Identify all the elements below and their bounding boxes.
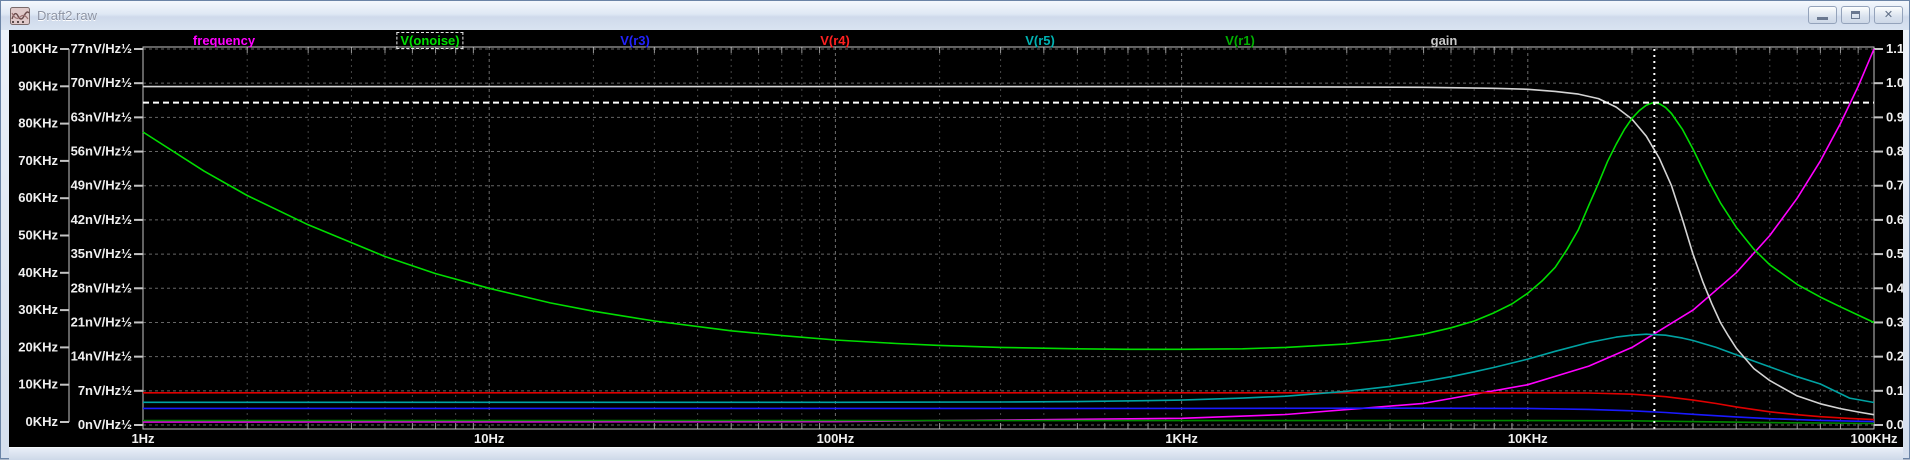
freq-axis-label: 1Hz <box>131 431 155 446</box>
minimize-button[interactable] <box>1808 6 1837 24</box>
legend-trace-vr5[interactable]: V(r5) <box>1021 32 1059 49</box>
window-title: Draft2.raw <box>37 8 97 23</box>
nv-axis-label: 28nV/Hz½ <box>71 280 133 295</box>
khz-axis-label: 30KHz <box>18 302 58 317</box>
gain-axis-label: 0.7 <box>1886 178 1903 193</box>
nv-axis-label: 0nV/Hz½ <box>78 417 132 432</box>
freq-axis-label: 1KHz <box>1165 431 1198 446</box>
khz-axis-label: 80KHz <box>18 116 58 131</box>
gain-axis-label: 0.8 <box>1886 144 1903 159</box>
waveform-viewer-window: Draft2.raw ✕ frequency V(onoise) V(r3) V(r4… <box>0 0 1910 459</box>
khz-axis-label: 70KHz <box>18 153 58 168</box>
close-icon: ✕ <box>1884 10 1893 21</box>
nv-axis-label: 70nV/Hz½ <box>71 75 133 90</box>
nv-axis-label: 7nV/Hz½ <box>78 383 132 398</box>
nv-axis-label: 63nV/Hz½ <box>71 109 133 124</box>
trace-vonoise[interactable] <box>143 103 1874 350</box>
nv-axis-label: 56nV/Hz½ <box>71 144 133 159</box>
restore-icon <box>1851 11 1860 19</box>
trace-frequency[interactable] <box>143 49 1874 422</box>
gain-axis-label: 0.3 <box>1886 314 1903 329</box>
khz-axis-label: 20KHz <box>18 339 58 354</box>
nv-axis-label: 42nV/Hz½ <box>71 212 133 227</box>
restore-button[interactable] <box>1841 6 1870 24</box>
close-button[interactable]: ✕ <box>1874 6 1903 24</box>
nv-axis-label: 35nV/Hz½ <box>71 246 133 261</box>
minimize-icon <box>1817 17 1828 20</box>
khz-axis-label: 50KHz <box>18 228 58 243</box>
title-bar[interactable]: Draft2.raw ✕ <box>1 1 1909 30</box>
nv-axis-label: 14nV/Hz½ <box>71 349 133 364</box>
legend-trace-gain[interactable]: gain <box>1427 32 1462 49</box>
legend-trace-vr1[interactable]: V(r1) <box>1221 32 1259 49</box>
chart-canvas[interactable]: 100KHz 90KHz 80KHz 70KHz 60KHz 50KHz 40KHz 30KH… <box>9 30 1903 447</box>
khz-axis-label: 10KHz <box>18 377 58 392</box>
trace-legend: frequency V(onoise) V(r3) V(r4) V(r5) V(r1) ga… <box>9 32 1903 49</box>
plot-pane: frequency V(onoise) V(r3) V(r4) V(r5) V(r1) ga… <box>9 30 1903 447</box>
khz-axis-label: 0KHz <box>25 414 58 429</box>
legend-trace-vr3[interactable]: V(r3) <box>616 32 654 49</box>
gain-axis-label: 1.0 <box>1886 75 1903 90</box>
legend-trace-vonoise[interactable]: V(onoise) <box>396 32 463 49</box>
gain-axis-label: 0.1 <box>1886 383 1903 398</box>
gain-axis-label: 0.9 <box>1886 109 1903 124</box>
freq-axis-label: 100Hz <box>817 431 855 446</box>
gain-axis-label: 0.2 <box>1886 349 1903 364</box>
gain-axis-label: 0.6 <box>1886 212 1903 227</box>
nv-axis-label: 49nV/Hz½ <box>71 178 133 193</box>
legend-trace-vr4[interactable]: V(r4) <box>816 32 854 49</box>
plot-border <box>143 47 1874 429</box>
trace-gain[interactable] <box>143 87 1874 415</box>
gain-axis-label: 0.5 <box>1886 246 1903 261</box>
gain-axis-label: 0.4 <box>1886 280 1903 295</box>
gain-axis-label: 0.0 <box>1886 417 1903 432</box>
freq-axis-label: 100KHz <box>1851 431 1898 446</box>
freq-axis-label: 10KHz <box>1508 431 1548 446</box>
khz-axis-label: 40KHz <box>18 265 58 280</box>
window-bottom-frame <box>9 447 1903 460</box>
khz-axis-label: 90KHz <box>18 78 58 93</box>
legend-trace-frequency[interactable]: frequency <box>189 32 259 49</box>
waveform-app-icon <box>10 7 30 25</box>
freq-axis-label: 10Hz <box>474 431 505 446</box>
khz-axis-label: 60KHz <box>18 190 58 205</box>
trace-vr4[interactable] <box>143 393 1874 420</box>
nv-axis-label: 21nV/Hz½ <box>71 314 133 329</box>
